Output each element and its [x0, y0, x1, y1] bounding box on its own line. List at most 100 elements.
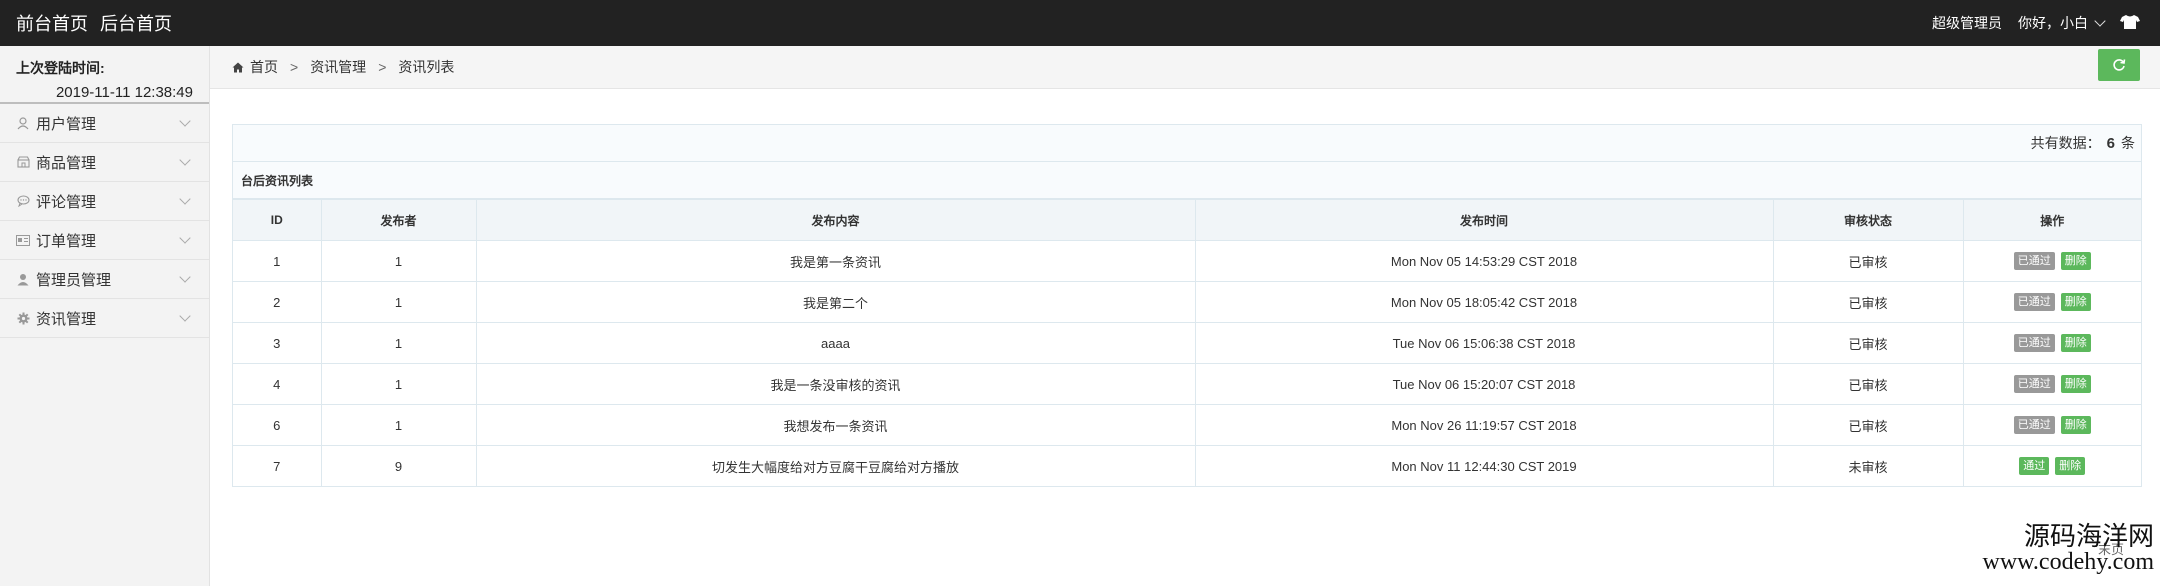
delete-button[interactable]: 删除: [2060, 334, 2091, 352]
cell-status: 已审核: [1772, 240, 1964, 282]
approve-button[interactable]: 通过: [2019, 457, 2050, 475]
greeting-label: 你好，小白: [2018, 15, 2088, 31]
sidebar-item-label: 管理员管理: [36, 271, 112, 289]
header-publisher: 发布者: [320, 199, 477, 241]
breadcrumb-news-management[interactable]: 资讯管理: [310, 57, 366, 77]
watermark-url: www.codehy.com: [1982, 549, 2154, 575]
header-content: 发布内容: [475, 199, 1196, 241]
user-menu[interactable]: 你好，小白: [2018, 13, 2106, 33]
cell-actions: 已通过 删除: [1962, 363, 2141, 405]
header-id: ID: [233, 199, 322, 241]
cell-time: Mon Nov 26 11:19:57 CST 2018: [1194, 404, 1774, 446]
delete-button[interactable]: 删除: [2060, 416, 2091, 434]
chevron-down-icon: [179, 115, 191, 127]
cell-content: aaaa: [475, 322, 1196, 364]
cell-actions: 已通过 删除: [1962, 322, 2141, 364]
cell-id: 1: [233, 240, 322, 282]
table-row: 7 9 切发生大幅度给对方豆腐干豆腐给对方播放 Mon Nov 11 12:44…: [233, 445, 2141, 486]
approved-button[interactable]: 已通过: [2013, 293, 2055, 311]
front-home-link[interactable]: 前台首页: [16, 10, 88, 36]
last-login-info: 上次登陆时间: 2019-11-11 12:38:49: [0, 46, 209, 104]
home-icon: [232, 62, 244, 72]
cell-id: 2: [233, 281, 322, 323]
table-header-row: ID 发布者 发布内容 发布时间 审核状态 操作: [233, 199, 2141, 241]
sidebar-item-label: 评论管理: [36, 193, 97, 211]
header-status: 审核状态: [1772, 199, 1964, 241]
breadcrumb-separator: >: [290, 59, 299, 75]
chevron-down-icon: [179, 232, 191, 244]
skin-shirt-icon[interactable]: [2120, 14, 2140, 33]
shop-icon: [16, 155, 30, 169]
sidebar-item-admins[interactable]: 管理员管理: [0, 260, 209, 299]
table-row: 1 1 我是第一条资讯 Mon Nov 05 14:53:29 CST 2018…: [233, 240, 2141, 282]
cell-actions: 已通过 删除: [1962, 240, 2141, 282]
chevron-down-icon: [179, 310, 191, 322]
sidebar-item-news[interactable]: 资讯管理: [0, 299, 209, 338]
site-watermark: 源码海洋网 www.codehy.com: [1982, 516, 2154, 576]
sidebar-item-label: 资讯管理: [36, 310, 97, 328]
approved-button[interactable]: 已通过: [2013, 252, 2055, 270]
comment-icon: [16, 194, 30, 208]
cell-time: Tue Nov 06 15:06:38 CST 2018: [1194, 322, 1774, 364]
approved-button[interactable]: 已通过: [2013, 334, 2055, 352]
cell-publisher: 9: [320, 445, 477, 486]
delete-button[interactable]: 删除: [2055, 457, 2086, 475]
cell-content: 我是一条没审核的资讯: [475, 363, 1196, 405]
news-table: ID 发布者 发布内容 发布时间 审核状态 操作 1 1 我是第一条资讯 Mon…: [233, 199, 2141, 486]
total-suffix: 条: [2121, 135, 2135, 151]
last-login-label: 上次登陆时间:: [16, 60, 105, 76]
cell-status: 未审核: [1772, 445, 1964, 486]
refresh-icon: [2113, 59, 2126, 71]
main-content: 首页 > 资讯管理 > 资讯列表 共有数据： 6 条 台后资讯列表 ID 发布者…: [210, 46, 2160, 586]
delete-button[interactable]: 删除: [2060, 293, 2091, 311]
sidebar-item-comments[interactable]: 评论管理: [0, 182, 209, 221]
cell-time: Tue Nov 06 15:20:07 CST 2018: [1194, 363, 1774, 405]
cell-id: 6: [233, 404, 322, 446]
breadcrumb-news-list: 资讯列表: [398, 59, 455, 75]
cell-publisher: 1: [320, 363, 477, 405]
delete-button[interactable]: 删除: [2060, 252, 2091, 270]
total-number: 6: [2106, 134, 2115, 152]
delete-button[interactable]: 删除: [2060, 375, 2091, 393]
approved-button[interactable]: 已通过: [2013, 416, 2055, 434]
chevron-down-icon: [2094, 15, 2106, 27]
back-home-link[interactable]: 后台首页: [100, 10, 172, 36]
approved-button[interactable]: 已通过: [2013, 375, 2055, 393]
table-title: 台后资讯列表: [233, 162, 2141, 199]
cell-actions: 已通过 删除: [1962, 281, 2141, 323]
news-panel: 共有数据： 6 条 台后资讯列表 ID 发布者 发布内容 发布时间 审核状态 操…: [232, 124, 2142, 487]
cell-content: 我想发布一条资讯: [475, 404, 1196, 446]
sidebar-item-label: 用户管理: [36, 115, 97, 133]
cell-status: 已审核: [1772, 363, 1964, 405]
sidebar-item-products[interactable]: 商品管理: [0, 143, 209, 182]
cell-publisher: 1: [320, 281, 477, 323]
header-time: 发布时间: [1194, 199, 1774, 241]
cell-id: 3: [233, 322, 322, 364]
cell-id: 4: [233, 363, 322, 405]
role-label: 超级管理员: [1932, 15, 2002, 31]
cell-content: 我是第一条资讯: [475, 240, 1196, 282]
sidebar-item-users[interactable]: 用户管理: [0, 104, 209, 143]
breadcrumb-home[interactable]: 首页: [250, 57, 278, 77]
cell-time: Mon Nov 11 12:44:30 CST 2019: [1194, 445, 1774, 486]
table-row: 2 1 我是第二个 Mon Nov 05 18:05:42 CST 2018 已…: [233, 281, 2141, 323]
total-prefix: 共有数据：: [2030, 135, 2101, 151]
sidebar-item-label: 订单管理: [36, 232, 97, 250]
cell-time: Mon Nov 05 14:53:29 CST 2018: [1194, 240, 1774, 282]
refresh-button[interactable]: [2098, 49, 2140, 81]
table-row: 6 1 我想发布一条资讯 Mon Nov 26 11:19:57 CST 201…: [233, 404, 2141, 446]
chevron-down-icon: [179, 271, 191, 283]
cell-status: 已审核: [1772, 322, 1964, 364]
sidebar-item-orders[interactable]: 订单管理: [0, 221, 209, 260]
gear-icon: [16, 311, 30, 325]
cell-content: 切发生大幅度给对方豆腐干豆腐给对方播放: [475, 445, 1196, 486]
cell-publisher: 1: [320, 240, 477, 282]
breadcrumb: 首页 > 资讯管理 > 资讯列表: [210, 46, 2160, 89]
watermark-cn: 源码海洋网: [2023, 522, 2154, 552]
cell-status: 已审核: [1772, 281, 1964, 323]
chevron-down-icon: [179, 193, 191, 205]
chevron-down-icon: [179, 154, 191, 166]
sidebar-item-label: 商品管理: [36, 154, 97, 172]
cell-time: Mon Nov 05 18:05:42 CST 2018: [1194, 281, 1774, 323]
cell-publisher: 1: [320, 404, 477, 446]
